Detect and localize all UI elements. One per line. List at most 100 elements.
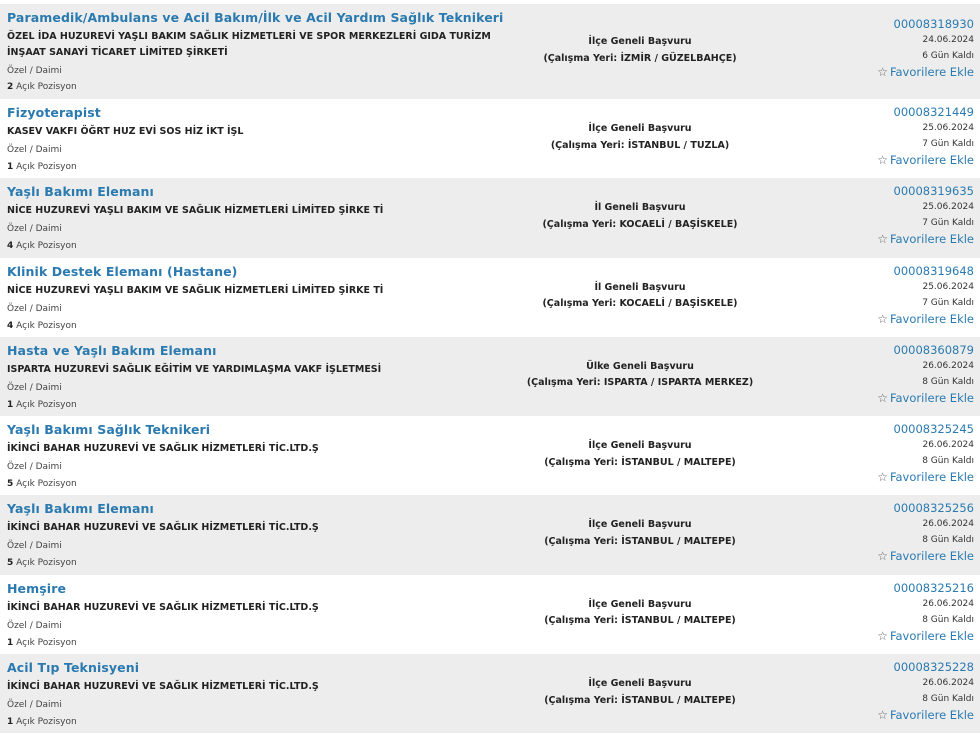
positions-count: 1 <box>7 399 14 410</box>
open-positions: 4 Açık Pozisyon <box>7 321 77 331</box>
job-meta: 00008325256 26.06.2024 8 Gün Kaldı ☆ Favo… <box>877 500 974 565</box>
job-row[interactable]: Yaşlı Bakımı Elemanı NİCE HUZUREVİ YAŞLI… <box>0 178 980 258</box>
add-to-favorites-button[interactable]: ☆ Favorilere Ekle <box>877 469 974 486</box>
open-positions: 5 Açık Pozisyon <box>7 479 77 489</box>
add-to-favorites-button[interactable]: ☆ Favorilere Ekle <box>877 311 974 328</box>
positions-count: 5 <box>7 479 14 490</box>
star-icon: ☆ <box>877 232 888 247</box>
company-name: İKİNCİ BAHAR HUZUREVİ VE SAĞLIK HİZMETLE… <box>7 601 319 613</box>
deadline-date: 25.06.2024 <box>922 281 974 292</box>
job-title-link[interactable]: Yaşlı Bakımı Elemanı <box>7 184 154 199</box>
positions-label: Açık Pozisyon <box>16 399 77 410</box>
work-location: (Çalışma Yeri: İZMİR / GÜZELBAHÇE) <box>543 52 737 64</box>
job-title-link[interactable]: Fizyoterapist <box>7 105 101 120</box>
job-meta: 00008325228 26.06.2024 8 Gün Kaldı ☆ Favo… <box>877 659 974 724</box>
job-title-link[interactable]: Yaşlı Bakımı Sağlık Teknikeri <box>7 422 210 437</box>
days-left: 6 Gün Kaldı <box>922 51 974 61</box>
company-name: NİCE HUZUREVİ YAŞLI BAKIM VE SAĞLIK HİZM… <box>7 205 384 217</box>
add-to-favorites-button[interactable]: ☆ Favorilere Ekle <box>877 707 974 724</box>
positions-count: 4 <box>7 320 14 331</box>
application-scope: İl Geneli Başvuru (Çalışma Yeri: KOCAELİ… <box>480 200 800 233</box>
favorites-label: Favorilere Ekle <box>889 628 974 643</box>
job-row[interactable]: Klinik Destek Elemanı (Hastane) NİCE HUZ… <box>0 257 980 337</box>
open-positions: 4 Açık Pozisyon <box>7 241 77 251</box>
job-title-link[interactable]: Yaşlı Bakımı Elemanı <box>7 501 154 516</box>
open-positions: 1 Açık Pozisyon <box>7 717 77 727</box>
job-title-link[interactable]: Klinik Destek Elemanı (Hastane) <box>7 264 237 279</box>
application-scope: İlçe Geneli Başvuru (Çalışma Yeri: İSTAN… <box>480 438 800 471</box>
job-title-link[interactable]: Hemşire <box>7 581 66 596</box>
work-location: (Çalışma Yeri: ISPARTA / ISPARTA MERKEZ) <box>526 377 754 389</box>
job-title-link[interactable]: Hasta ve Yaşlı Bakım Elemanı <box>7 343 216 358</box>
positions-label: Açık Pozisyon <box>16 479 77 490</box>
application-scope: İlçe Geneli Başvuru (Çalışma Yeri: İSTAN… <box>480 597 800 630</box>
star-icon: ☆ <box>877 470 888 485</box>
positions-label: Açık Pozisyon <box>16 241 77 252</box>
days-left: 8 Gün Kaldı <box>922 694 974 705</box>
work-location: (Çalışma Yeri: İSTANBUL / MALTEPE) <box>544 615 736 627</box>
job-meta: 00008319635 25.06.2024 7 Gün Kaldı ☆ Favo… <box>877 183 974 248</box>
positions-count: 4 <box>7 241 14 252</box>
employment-type: Özel / Daimi <box>7 382 62 393</box>
positions-count: 5 <box>7 558 14 569</box>
positions-count: 2 <box>7 82 14 92</box>
open-positions: 1 Açık Pozisyon <box>7 162 77 172</box>
days-left: 7 Gün Kaldı <box>922 139 974 149</box>
favorites-label: Favorilere Ekle <box>889 311 974 326</box>
job-row[interactable]: Yaşlı Bakımı Sağlık Teknikeri İKİNCİ BAH… <box>0 416 980 496</box>
open-positions: 5 Açık Pozisyon <box>7 558 77 568</box>
scope-label: Ülke Geneli Başvuru <box>586 360 694 372</box>
scope-label: İlçe Geneli Başvuru <box>588 598 692 610</box>
work-location: (Çalışma Yeri: İSTANBUL / MALTEPE) <box>544 694 736 706</box>
open-positions: 1 Açık Pozisyon <box>7 400 77 410</box>
positions-count: 1 <box>7 717 14 728</box>
job-row[interactable]: Fizyoterapist KASEV VAKFI ÖĞRT HUZ EVİ S… <box>0 99 980 179</box>
days-left: 7 Gün Kaldı <box>922 218 974 229</box>
add-to-favorites-button[interactable]: ☆ Favorilere Ekle <box>877 628 974 645</box>
scope-label: İl Geneli Başvuru <box>594 281 686 293</box>
job-meta: 00008319648 25.06.2024 7 Gün Kaldı ☆ Favo… <box>877 263 974 328</box>
job-title-link[interactable]: Paramedik/Ambulans ve Acil Bakım/İlk ve … <box>7 10 503 25</box>
employment-type: Özel / Daimi <box>7 66 62 76</box>
deadline-date: 26.06.2024 <box>922 360 974 371</box>
positions-label: Açık Pozisyon <box>16 82 77 92</box>
scope-label: İl Geneli Başvuru <box>594 202 686 214</box>
job-row[interactable]: Acil Tıp Teknisyeni İKİNCİ BAHAR HUZUREV… <box>0 654 980 734</box>
favorites-label: Favorilere Ekle <box>889 549 974 564</box>
add-to-favorites-button[interactable]: ☆ Favorilere Ekle <box>877 548 974 565</box>
add-to-favorites-button[interactable]: ☆ Favorilere Ekle <box>877 390 974 407</box>
employment-type: Özel / Daimi <box>7 145 62 155</box>
add-to-favorites-button[interactable]: ☆ Favorilere Ekle <box>877 64 974 81</box>
days-left: 8 Gün Kaldı <box>922 376 974 387</box>
job-row[interactable]: Hasta ve Yaşlı Bakım Elemanı ISPARTA HUZ… <box>0 336 980 417</box>
employment-type: Özel / Daimi <box>7 224 62 235</box>
job-meta: 00008360879 26.06.2024 8 Gün Kaldı ☆ Favo… <box>877 342 974 407</box>
add-to-favorites-button[interactable]: ☆ Favorilere Ekle <box>877 152 974 169</box>
deadline-date: 26.06.2024 <box>922 678 974 689</box>
employment-type: Özel / Daimi <box>7 700 62 711</box>
scope-label: İlçe Geneli Başvuru <box>588 519 692 531</box>
job-row[interactable]: Paramedik/Ambulans ve Acil Bakım/İlk ve … <box>0 4 980 99</box>
add-to-favorites-button[interactable]: ☆ Favorilere Ekle <box>877 231 974 248</box>
job-row[interactable]: Hemşire İKİNCİ BAHAR HUZUREVİ VE SAĞLIK … <box>0 574 980 655</box>
application-scope: İlçe Geneli Başvuru (Çalışma Yeri: İZMİR… <box>480 34 800 67</box>
open-positions: 1 Açık Pozisyon <box>7 638 77 648</box>
work-location: (Çalışma Yeri: KOCAELİ / BAŞİSKELE) <box>542 218 738 230</box>
scope-label: İlçe Geneli Başvuru <box>588 440 692 452</box>
work-location: (Çalışma Yeri: KOCAELİ / BAŞİSKELE) <box>542 298 738 310</box>
job-row[interactable]: Yaşlı Bakımı Elemanı İKİNCİ BAHAR HUZURE… <box>0 495 980 575</box>
employment-type: Özel / Daimi <box>7 303 62 314</box>
positions-label: Açık Pozisyon <box>16 558 77 569</box>
job-number: 00008325216 <box>893 580 974 595</box>
positions-count: 1 <box>7 162 14 172</box>
work-location: (Çalışma Yeri: İSTANBUL / TUZLA) <box>550 139 730 151</box>
job-number: 00008325245 <box>893 422 974 437</box>
deadline-date: 26.06.2024 <box>922 519 974 530</box>
job-title-link[interactable]: Acil Tıp Teknisyeni <box>7 660 139 675</box>
favorites-label: Favorilere Ekle <box>889 65 974 79</box>
job-number: 00008325228 <box>893 660 974 675</box>
deadline-date: 25.06.2024 <box>922 202 974 213</box>
company-name: NİCE HUZUREVİ YAŞLI BAKIM VE SAĞLIK HİZM… <box>7 284 384 296</box>
deadline-date: 25.06.2024 <box>922 123 974 133</box>
job-number: 00008360879 <box>893 342 974 357</box>
